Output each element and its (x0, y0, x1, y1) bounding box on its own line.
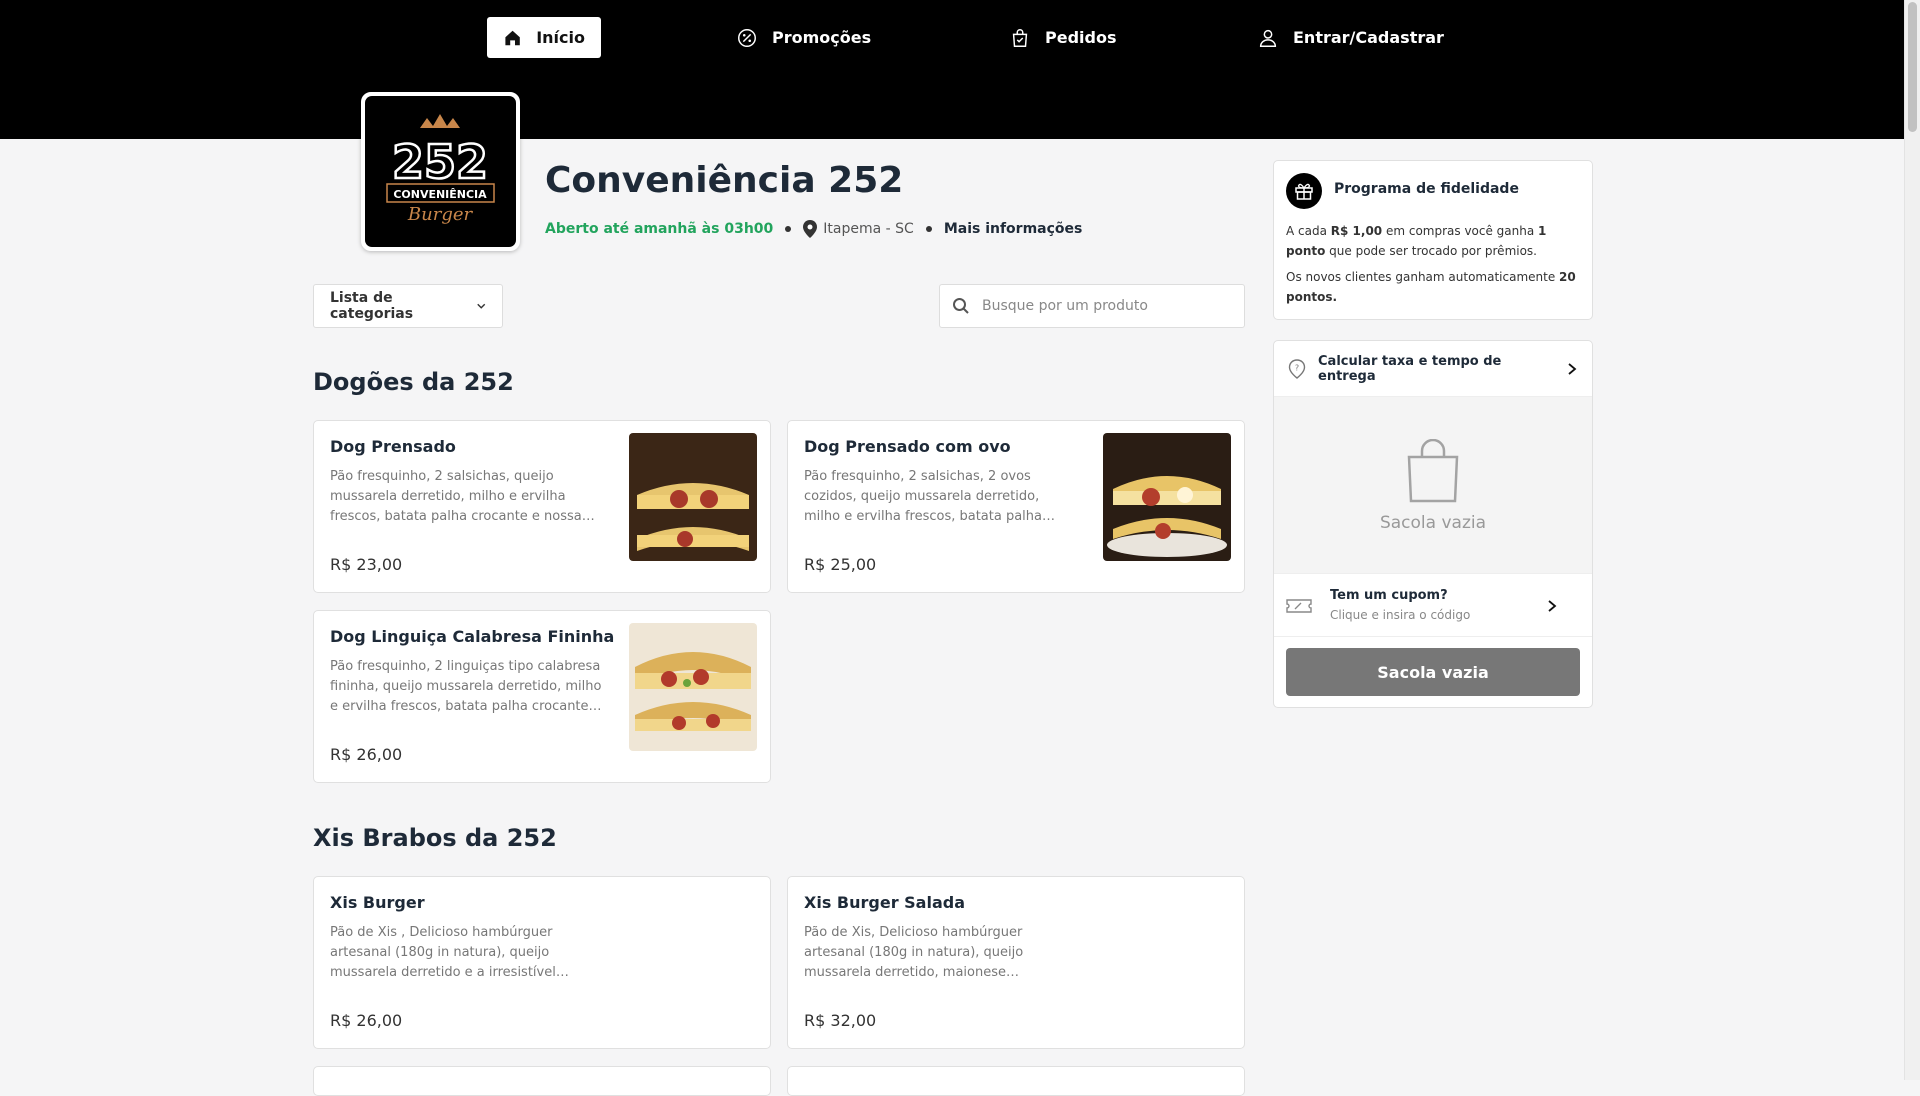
chevron-down-icon (476, 303, 485, 309)
nav-promos-label: Promoções (772, 28, 872, 47)
checkout-button[interactable]: Sacola vazia (1286, 648, 1580, 696)
scrollbar-thumb[interactable] (1908, 2, 1917, 132)
loyalty-program-box: Programa de fidelidade A cada R$ 1,00 em… (1273, 160, 1593, 320)
product-price: R$ 26,00 (330, 745, 403, 764)
coupon-title: Tem um cupom? (1330, 588, 1448, 603)
store-logo: 252 CONVENIÊNCIA Burger (361, 92, 520, 251)
chevron-right-icon (1548, 600, 1557, 612)
search-input[interactable] (980, 297, 1224, 315)
home-icon (505, 30, 520, 45)
section-title: Xis Brabos da 252 (313, 824, 557, 852)
section-title: Dogões da 252 (313, 368, 514, 396)
map-pin-icon (803, 220, 818, 238)
product-price: R$ 32,00 (804, 1011, 877, 1030)
svg-text:CONVENIÊNCIA: CONVENIÊNCIA (393, 188, 487, 201)
store-meta: Aberto até amanhã às 03h00 Itapema - SC … (545, 220, 1082, 238)
product-image (629, 433, 757, 561)
user-icon (1259, 29, 1277, 47)
product-price: R$ 23,00 (330, 555, 403, 574)
shopping-bag-icon (1407, 439, 1459, 503)
empty-bag-label: Sacola vazia (1379, 513, 1487, 533)
product-card[interactable]: Xis Burger Salada Pão de Xis, Delicioso … (787, 876, 1245, 1049)
product-card[interactable]: Dog Linguiça Calabresa Fininha Pão fresq… (313, 610, 771, 783)
gift-icon (1286, 173, 1322, 209)
category-list-label: Lista de categorias (330, 290, 414, 322)
separator-dot (785, 226, 792, 232)
top-nav-bar: Início Promoções Pedidos Entrar/Cadastra… (0, 0, 1905, 139)
product-search[interactable] (939, 284, 1245, 328)
loyalty-rule-text: A cada R$ 1,00 em compras você ganha 1 p… (1286, 224, 1547, 258)
product-description: Pão de Xis , Delicioso hambúrguer artesa… (330, 925, 569, 980)
coupon-icon (1286, 599, 1312, 613)
loyalty-bonus-text: Os novos clientes ganham automaticamente… (1286, 270, 1576, 304)
product-price: R$ 25,00 (804, 555, 877, 574)
product-price: R$ 26,00 (330, 1011, 403, 1030)
product-card[interactable]: Dog Prensado Pão fresquinho, 2 salsichas… (313, 420, 771, 593)
nav-home-label: Início (536, 28, 585, 47)
product-image (1103, 433, 1231, 561)
nav-login-button[interactable]: Entrar/Cadastrar (1241, 17, 1460, 58)
calculate-delivery-button[interactable]: ? Calcular taxa e tempo de entrega (1274, 341, 1592, 397)
store-location: Itapema - SC (803, 220, 914, 238)
coupon-button[interactable]: Tem um cupom? Clique e insira o código (1274, 573, 1592, 637)
product-card[interactable] (313, 1066, 771, 1096)
page-scrollbar[interactable] (1904, 0, 1920, 1080)
product-description: Pão fresquinho, 2 salsichas, queijo muss… (330, 469, 595, 524)
search-icon (953, 298, 969, 314)
nav-home-button[interactable]: Início (487, 17, 601, 58)
product-name: Xis Burger Salada (804, 893, 966, 912)
svg-text:Burger: Burger (407, 204, 474, 225)
product-description: Pão fresquinho, 2 linguiças tipo calabre… (330, 659, 602, 714)
category-list-dropdown[interactable]: Lista de categorias (313, 284, 503, 328)
product-name: Dog Linguiça Calabresa Fininha (330, 627, 615, 646)
product-card[interactable]: Dog Prensado com ovo Pão fresquinho, 2 s… (787, 420, 1245, 593)
location-question-icon: ? (1288, 358, 1306, 379)
nav-login-label: Entrar/Cadastrar (1293, 28, 1444, 47)
nav-orders-button[interactable]: Pedidos (993, 17, 1132, 58)
product-card[interactable]: Xis Burger Pão de Xis , Delicioso hambúr… (313, 876, 771, 1049)
loyalty-title: Programa de fidelidade (1334, 181, 1519, 197)
product-name: Dog Prensado com ovo (804, 437, 1011, 456)
product-description: Pão fresquinho, 2 salsichas, 2 ovos cozi… (804, 469, 1042, 524)
calculate-delivery-label: Calcular taxa e tempo de entrega (1318, 353, 1502, 384)
percent-badge-icon (738, 28, 756, 47)
store-location-label: Itapema - SC (823, 221, 914, 237)
svg-text:252: 252 (392, 135, 488, 189)
product-card[interactable] (787, 1066, 1245, 1096)
chevron-right-icon (1568, 362, 1577, 375)
more-info-link[interactable]: Mais informações (944, 221, 1083, 237)
product-name: Dog Prensado (330, 437, 456, 456)
product-description: Pão de Xis, Delicioso hambúrguer artesan… (804, 925, 1024, 980)
empty-bag-area: Sacola vazia (1274, 397, 1592, 573)
shopping-bag-icon (1012, 28, 1028, 47)
product-image (629, 623, 757, 751)
coupon-subtitle: Clique e insira o código (1330, 608, 1471, 622)
svg-text:?: ? (1295, 363, 1299, 372)
separator-dot (925, 226, 932, 232)
nav-orders-label: Pedidos (1045, 28, 1117, 47)
store-logo-image: 252 CONVENIÊNCIA Burger (386, 114, 495, 225)
cart-box: ? Calcular taxa e tempo de entrega Sacol… (1273, 340, 1593, 708)
store-name: Conveniência 252 (545, 160, 904, 201)
store-open-status: Aberto até amanhã às 03h00 (545, 221, 774, 237)
product-name: Xis Burger (330, 893, 425, 912)
nav-promos-button[interactable]: Promoções (720, 17, 887, 58)
